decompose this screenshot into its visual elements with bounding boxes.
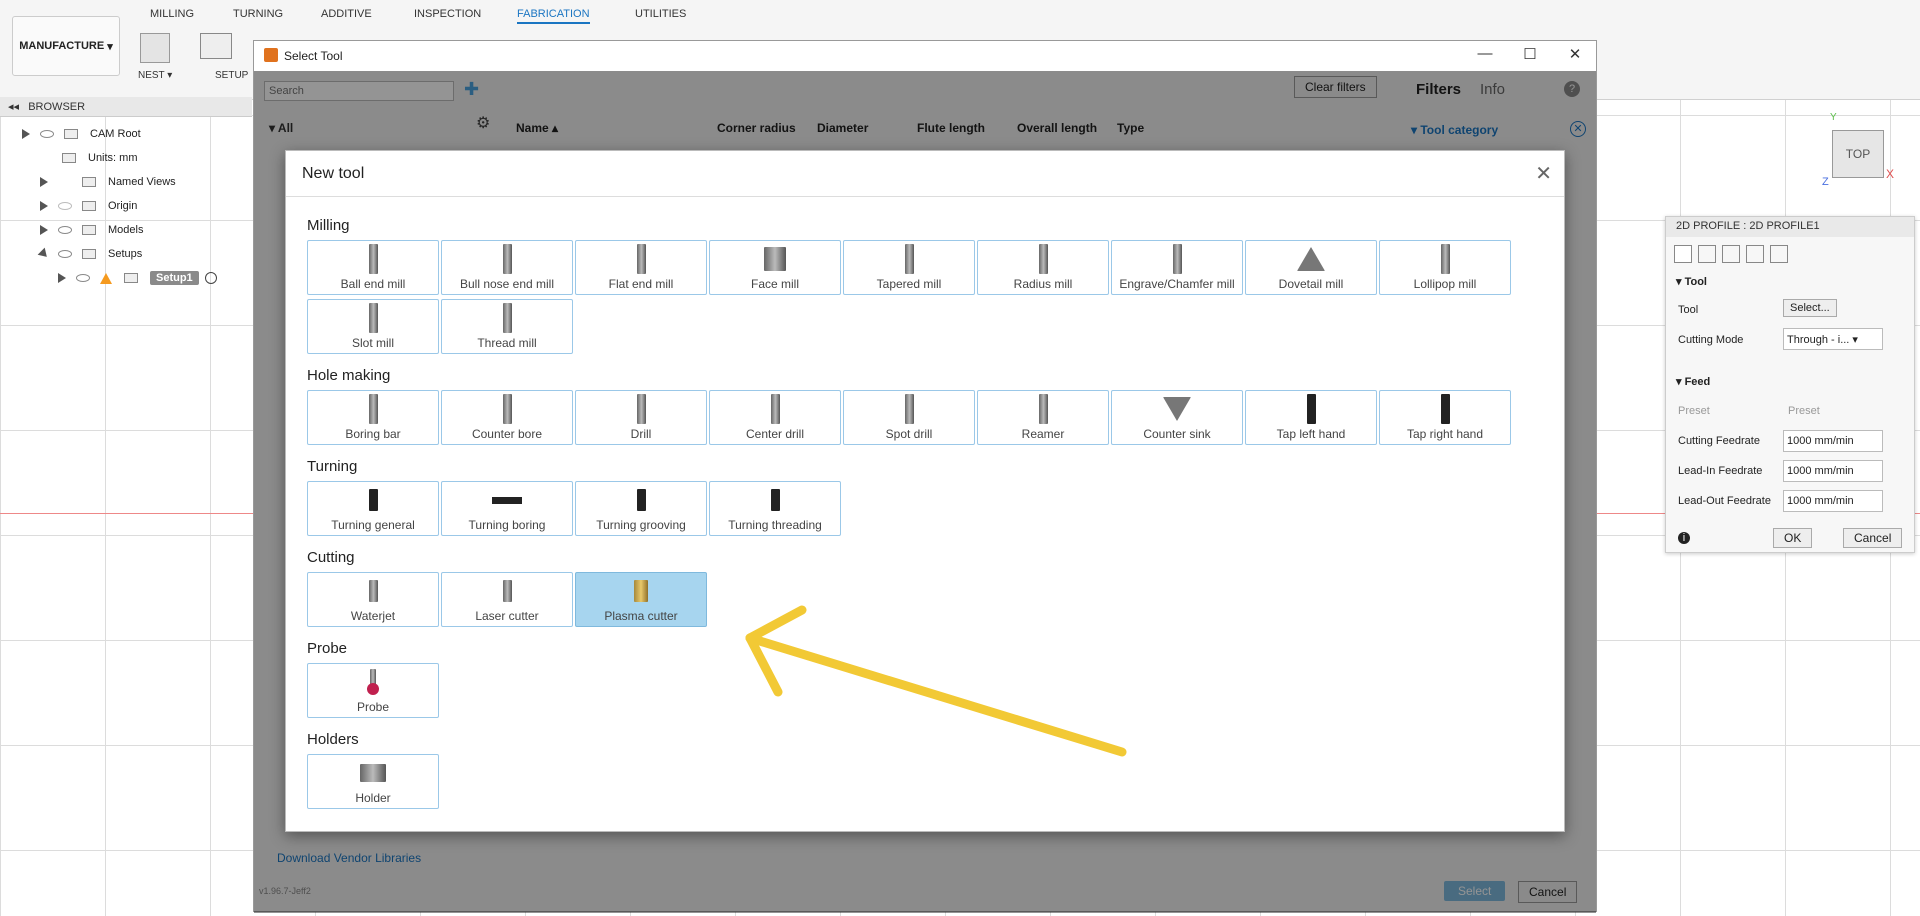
annotation-arrow (745, 605, 1127, 757)
